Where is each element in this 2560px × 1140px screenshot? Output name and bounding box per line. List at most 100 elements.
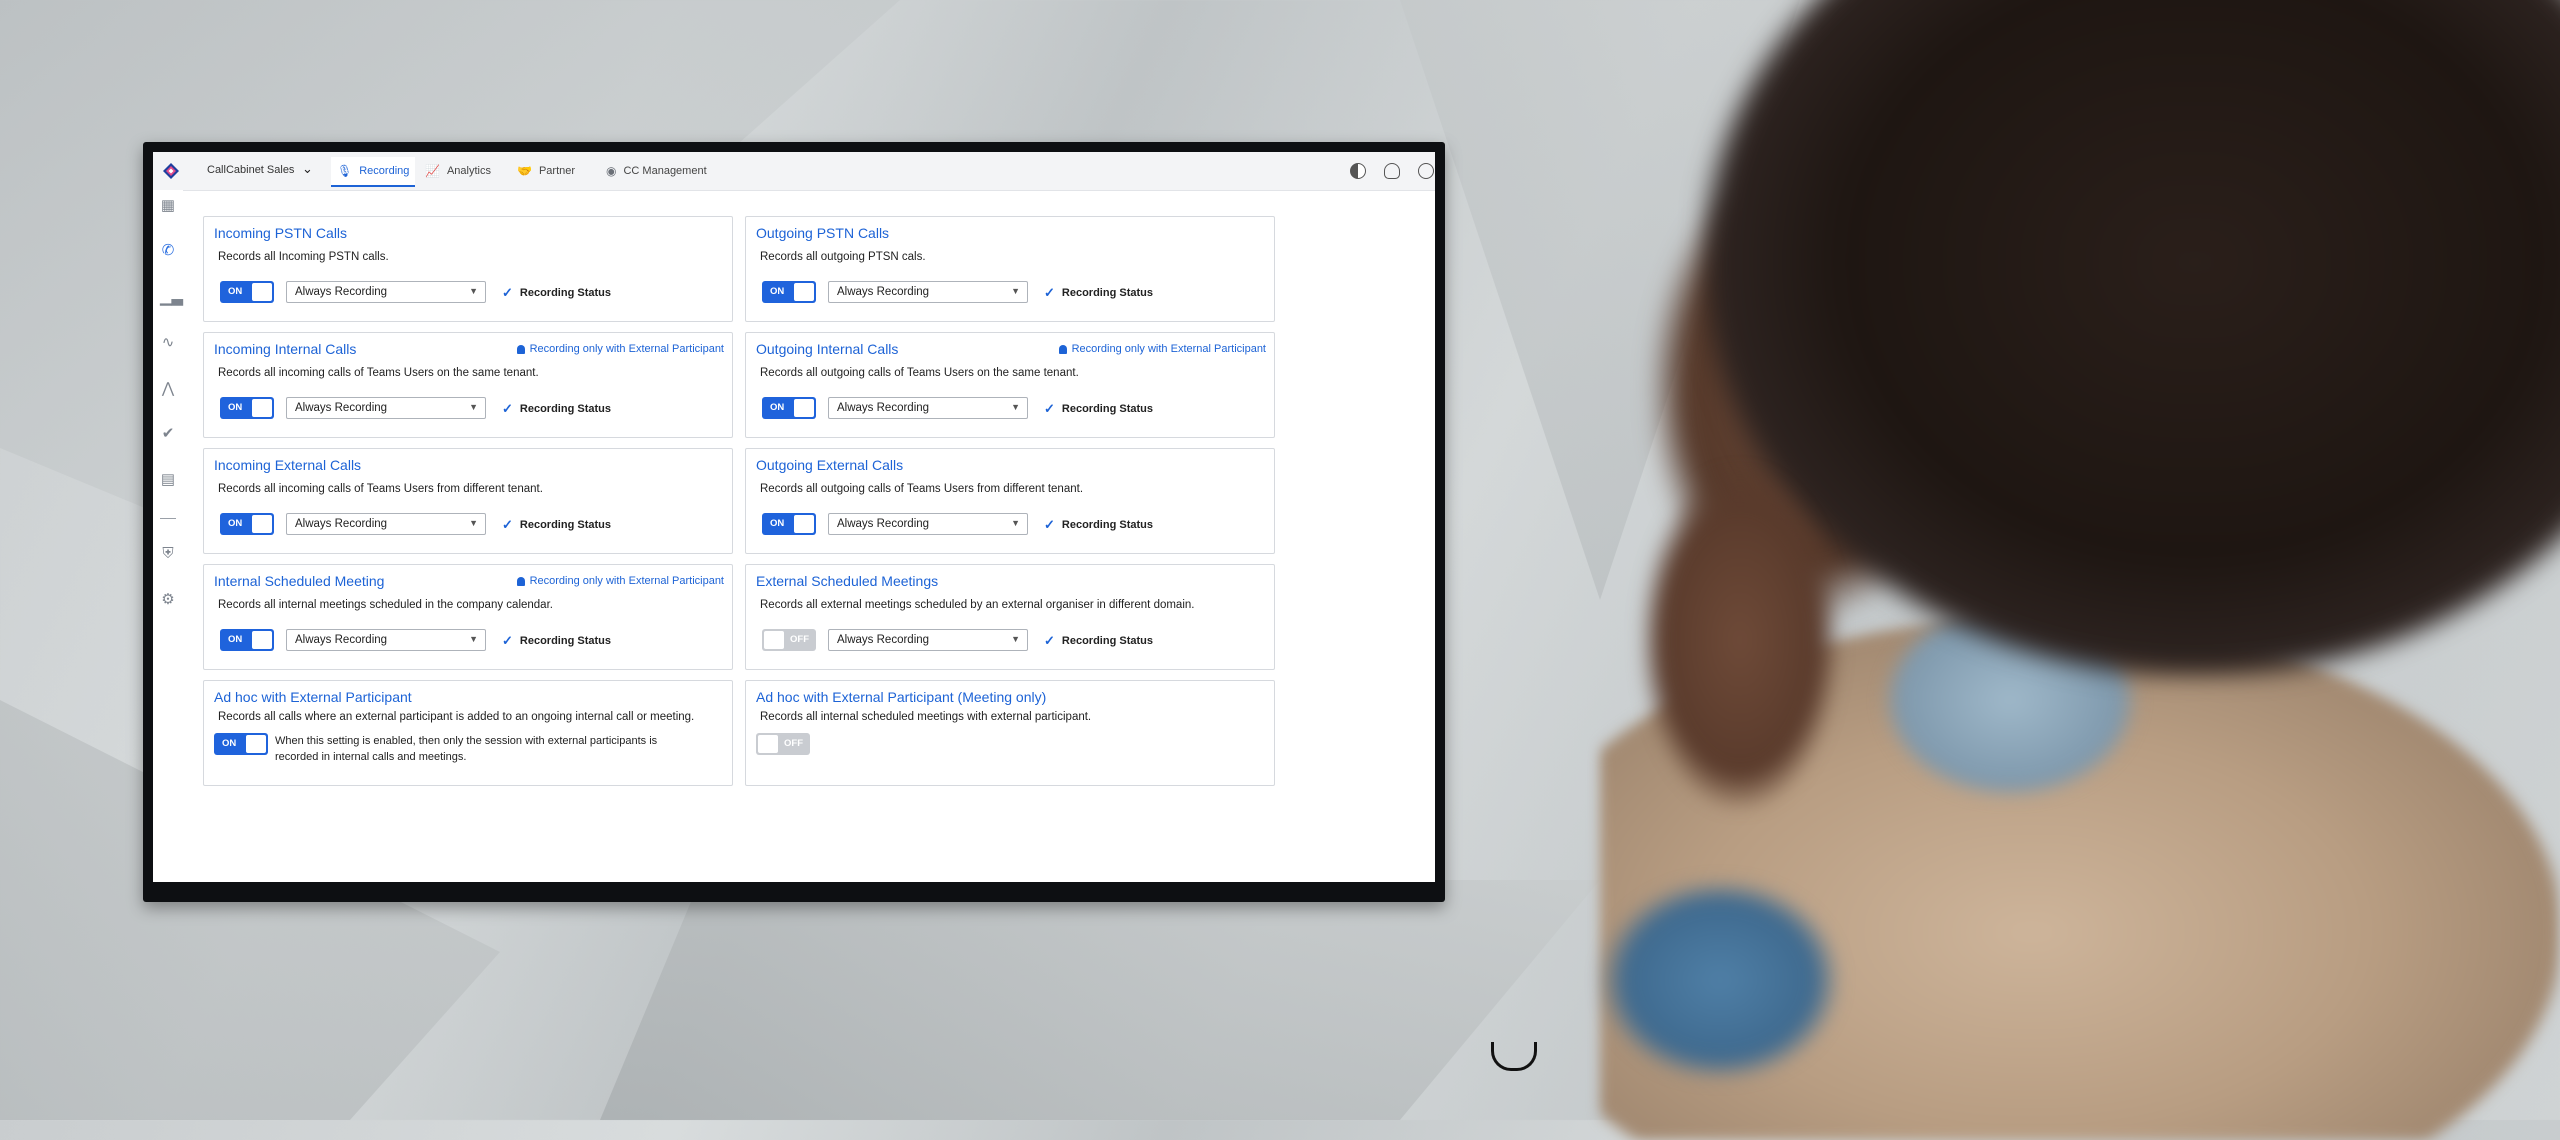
setting-note: When this setting is enabled, then only … xyxy=(275,735,658,763)
recording-mode-select[interactable]: Always Recording ▼ xyxy=(828,513,1028,535)
recording-status[interactable]: ✓ Recording Status xyxy=(1044,285,1153,301)
person-sleeve xyxy=(1600,880,1840,1080)
recording-status[interactable]: ✓ Recording Status xyxy=(1044,633,1153,649)
card-description: Records all outgoing PTSN cals. xyxy=(760,251,926,263)
tab-label: Partner xyxy=(538,165,576,177)
recording-status[interactable]: ✓ Recording Status xyxy=(502,285,611,301)
recording-status[interactable]: ✓ Recording Status xyxy=(502,517,611,533)
select-value: Always Recording xyxy=(295,634,388,646)
recording-mode-select[interactable]: Always Recording ▼ xyxy=(286,397,486,419)
caret-down-icon: ▼ xyxy=(469,286,478,296)
chart-image-icon: 📈 xyxy=(425,164,440,178)
toggle-knob xyxy=(246,735,266,753)
select-value: Always Recording xyxy=(295,286,388,298)
recording-toggle[interactable]: ON xyxy=(762,397,816,419)
check-circle-icon[interactable]: ✔ xyxy=(160,426,176,442)
calendar-icon[interactable]: ▤ xyxy=(160,472,176,488)
status-label: Recording Status xyxy=(519,519,611,531)
person-icon xyxy=(1058,344,1067,354)
status-label: Recording Status xyxy=(1061,403,1153,415)
recording-toggle[interactable]: ON xyxy=(762,513,816,535)
recording-toggle[interactable]: ON xyxy=(220,513,274,535)
settings-card: Incoming External Calls Records all incom… xyxy=(203,448,733,554)
settings-card: Ad hoc with External Participant Records … xyxy=(203,680,733,786)
app-logo-icon[interactable] xyxy=(162,162,180,180)
toggle-state-label: OFF xyxy=(784,738,803,749)
settings-card: Outgoing External Calls Records all outgo… xyxy=(745,448,1275,554)
recording-mode-select[interactable]: Always Recording ▼ xyxy=(286,513,486,535)
chevron-down-icon[interactable]: ⌄ xyxy=(302,161,313,177)
tab-partner[interactable]: 🤝 Partner xyxy=(511,157,581,185)
shield-icon[interactable]: ⛨ xyxy=(160,546,176,562)
toggle-state-label: ON xyxy=(228,634,243,645)
gear-icon[interactable]: ⚙ xyxy=(160,592,176,608)
tenant-name[interactable]: CallCabinet Sales xyxy=(207,164,294,176)
external-participant-badge[interactable]: Recording only with External Participant xyxy=(516,343,724,355)
person-icon xyxy=(516,344,525,354)
card-description: Records all Incoming PSTN calls. xyxy=(218,251,389,263)
card-description: Records all calls where an external part… xyxy=(218,711,695,723)
settings-card: Outgoing PSTN Calls Records all outgoing … xyxy=(745,216,1275,322)
toggle-knob xyxy=(764,631,784,649)
toggle-knob xyxy=(794,399,814,417)
recording-mode-select[interactable]: Always Recording ▼ xyxy=(828,629,1028,651)
tv-monitor: CallCabinet Sales ⌄ 🎙 Recording 📈 Analyt… xyxy=(143,142,1537,1071)
card-title: Outgoing PSTN Calls xyxy=(756,225,890,241)
recording-toggle[interactable]: OFF xyxy=(762,629,816,651)
recording-toggle[interactable]: ON xyxy=(214,733,268,755)
card-description: Records all incoming calls of Teams User… xyxy=(218,483,543,495)
caret-down-icon: ▼ xyxy=(1011,286,1020,296)
toggle-knob xyxy=(794,515,814,533)
status-label: Recording Status xyxy=(1061,635,1153,647)
check-icon: ✓ xyxy=(502,633,513,648)
card-description: Records all internal scheduled meetings … xyxy=(760,711,1092,723)
recording-status[interactable]: ✓ Recording Status xyxy=(1044,517,1153,533)
select-value: Always Recording xyxy=(837,286,930,298)
toggle-knob xyxy=(252,515,272,533)
trend-icon[interactable]: ∿ xyxy=(160,335,176,351)
settings-card: Incoming Internal Calls Recording only wi… xyxy=(203,332,733,438)
bar-chart-icon[interactable]: ▁▃ xyxy=(160,290,183,306)
toggle-state-label: ON xyxy=(770,286,785,297)
settings-card: External Scheduled Meetings Records all e… xyxy=(745,564,1275,670)
tab-cc-management[interactable]: ◉ CC Management xyxy=(600,157,713,185)
person-hand xyxy=(1640,470,1840,810)
external-participant-badge[interactable]: Recording only with External Participant xyxy=(1058,343,1266,355)
recording-toggle[interactable]: ON xyxy=(220,629,274,651)
recording-toggle[interactable]: ON xyxy=(762,281,816,303)
phone-icon[interactable]: ✆ xyxy=(160,243,176,259)
recording-status[interactable]: ✓ Recording Status xyxy=(1044,401,1153,417)
recording-status[interactable]: ✓ Recording Status xyxy=(502,401,611,417)
recording-toggle[interactable]: OFF xyxy=(756,733,810,755)
status-label: Recording Status xyxy=(1061,287,1153,299)
toggle-knob xyxy=(252,283,272,301)
recording-mode-select[interactable]: Always Recording ▼ xyxy=(286,281,486,303)
recording-toggle[interactable]: ON xyxy=(220,281,274,303)
caret-down-icon: ▼ xyxy=(469,402,478,412)
recording-mode-select[interactable]: Always Recording ▼ xyxy=(828,281,1028,303)
check-icon: ✓ xyxy=(1044,517,1055,532)
contrast-icon[interactable] xyxy=(1350,163,1366,179)
headset-icon[interactable] xyxy=(1384,163,1400,179)
card-title: Outgoing Internal Calls xyxy=(756,341,899,357)
external-participant-badge[interactable]: Recording only with External Participant xyxy=(516,575,724,587)
select-value: Always Recording xyxy=(837,402,930,414)
waveform-icon[interactable]: ⋀ xyxy=(160,381,176,397)
toggle-state-label: ON xyxy=(228,518,243,529)
tab-analytics[interactable]: 📈 Analytics xyxy=(419,157,497,185)
dashboard-icon[interactable]: ▦ xyxy=(160,198,176,214)
card-title: Ad hoc with External Participant (Meetin… xyxy=(756,689,1047,705)
caret-down-icon: ▼ xyxy=(1011,402,1020,412)
select-value: Always Recording xyxy=(295,402,388,414)
card-title: Incoming PSTN Calls xyxy=(214,225,348,241)
tab-recording[interactable]: 🎙 Recording xyxy=(331,157,416,187)
recording-mode-select[interactable]: Always Recording ▼ xyxy=(828,397,1028,419)
user-circle-icon[interactable] xyxy=(1418,163,1434,179)
recording-toggle[interactable]: ON xyxy=(220,397,274,419)
person-icon xyxy=(516,576,525,586)
settings-card: Internal Scheduled Meeting Recording only… xyxy=(203,564,733,670)
check-icon: ✓ xyxy=(1044,633,1055,648)
badge-label: Recording only with External Participant xyxy=(529,575,724,587)
recording-mode-select[interactable]: Always Recording ▼ xyxy=(286,629,486,651)
recording-status[interactable]: ✓ Recording Status xyxy=(502,633,611,649)
